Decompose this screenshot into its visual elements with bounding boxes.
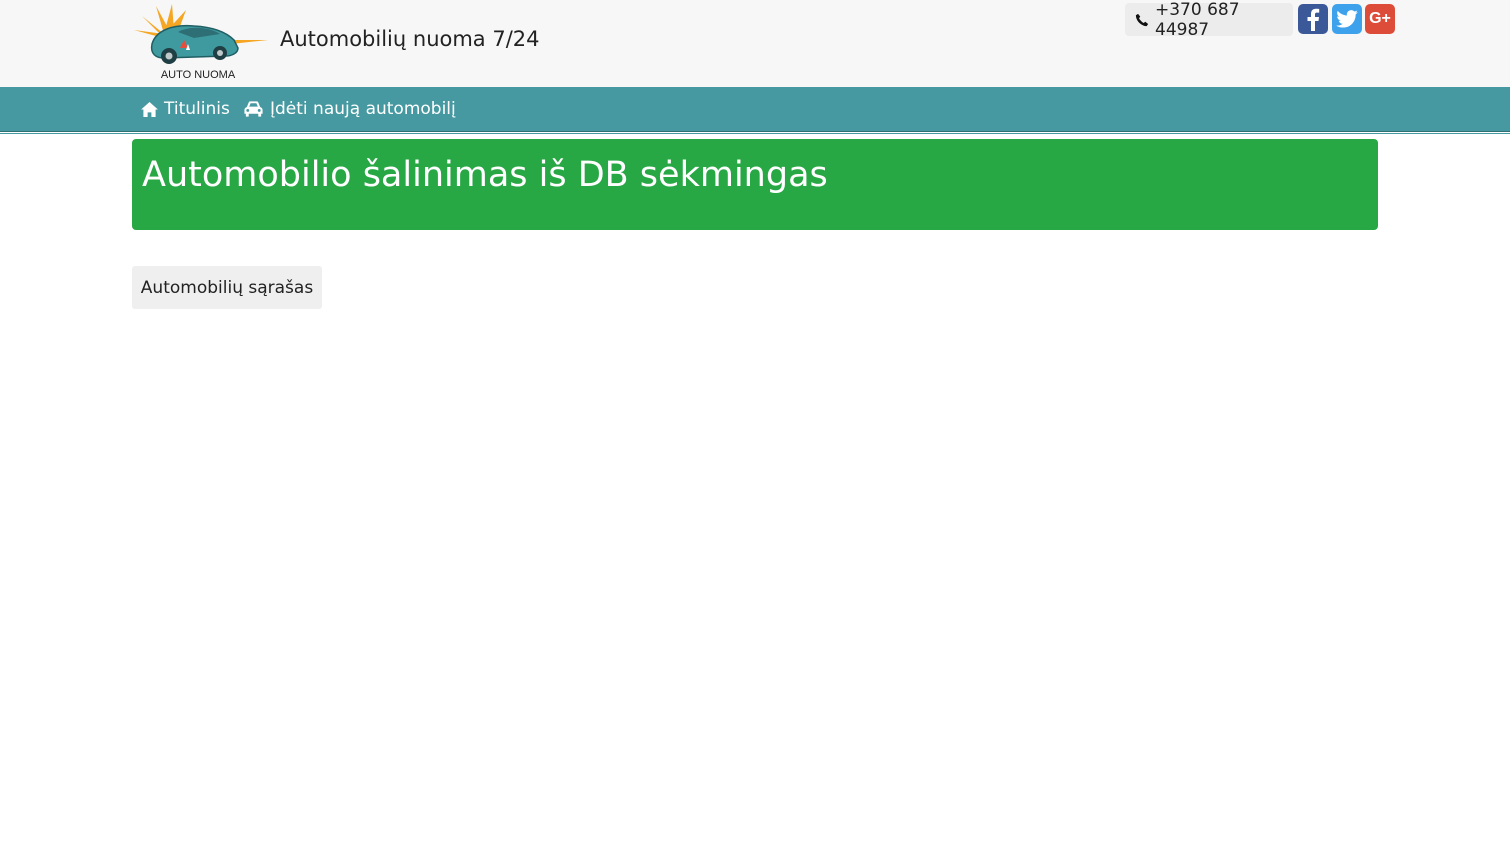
- site-header: AUTO NUOMA Automobilių nuoma 7/24 +370 6…: [0, 0, 1510, 87]
- car-icon: [243, 101, 264, 117]
- car-list-button[interactable]: Automobilių sąrašas: [132, 266, 322, 309]
- nav-item-home[interactable]: Titulinis: [141, 87, 230, 131]
- nav-item-add-car[interactable]: Įdėti naują automobilį: [243, 87, 456, 131]
- facebook-icon[interactable]: [1298, 4, 1328, 34]
- main-navbar: Titulinis Įdėti naują automobilį: [0, 87, 1510, 132]
- success-alert: Automobilio šalinimas iš DB sėkmingas: [132, 139, 1378, 230]
- home-icon: [141, 101, 158, 117]
- google-plus-icon[interactable]: G+: [1365, 4, 1395, 34]
- twitter-icon[interactable]: [1332, 4, 1362, 34]
- alert-message: Automobilio šalinimas iš DB sėkmingas: [142, 155, 828, 195]
- navbar-divider: [0, 133, 1510, 134]
- logo-text: AUTO NUOMA: [160, 69, 236, 81]
- phone-contact[interactable]: +370 687 44987: [1125, 0, 1293, 40]
- phone-number: +370 687 44987: [1155, 0, 1240, 40]
- site-logo[interactable]: AUTO NUOMA: [134, 4, 268, 82]
- nav-item-label: Įdėti naują automobilį: [270, 99, 456, 119]
- nav-item-label: Titulinis: [164, 99, 230, 119]
- car-sun-logo-icon: [134, 4, 268, 64]
- phone-icon: [1135, 13, 1149, 27]
- site-title: Automobilių nuoma 7/24: [280, 27, 540, 51]
- google-plus-text: G+: [1369, 10, 1391, 27]
